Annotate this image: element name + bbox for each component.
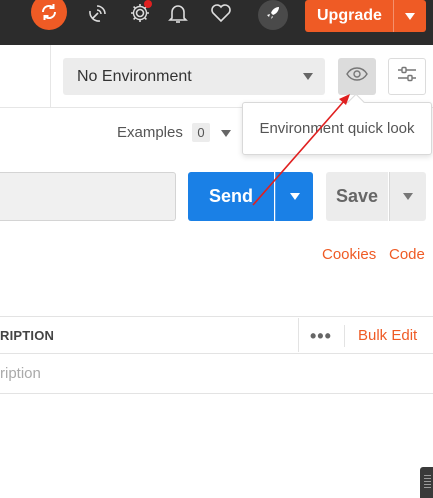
cookies-link[interactable]: Cookies [322, 246, 376, 263]
chevron-down-icon [405, 12, 415, 20]
notification-dot [144, 0, 152, 8]
description-column-header: RIPTION [0, 328, 55, 343]
gear-icon [129, 0, 152, 24]
sync-button[interactable] [31, 0, 67, 30]
bell-icon [168, 2, 188, 24]
chevron-down-icon [303, 73, 313, 80]
send-button[interactable]: Send [188, 172, 274, 221]
rocket-button[interactable] [258, 0, 288, 30]
top-header: Upgrade [0, 0, 433, 45]
sync-icon [39, 2, 59, 22]
favorites-button[interactable] [203, 0, 239, 31]
upgrade-dropdown-button[interactable] [393, 0, 426, 32]
save-label: Save [335, 186, 379, 206]
divider [50, 45, 51, 107]
chevron-down-icon [403, 193, 413, 200]
send-label: Send [208, 186, 253, 206]
chevron-down-icon [289, 193, 300, 200]
description-input[interactable]: ription [0, 365, 41, 382]
code-link[interactable]: Code [389, 246, 425, 263]
divider [0, 393, 433, 394]
manage-environments-button[interactable] [388, 58, 426, 95]
heart-icon [210, 3, 232, 23]
save-button[interactable]: Save [326, 172, 388, 221]
satellite-button[interactable] [80, 0, 116, 31]
examples-count-badge: 0 [192, 123, 210, 142]
tooltip-text: Environment quick look [259, 120, 415, 137]
rocket-icon [265, 5, 281, 26]
save-options-button[interactable] [389, 172, 426, 221]
divider [0, 316, 433, 317]
bulk-edit-link[interactable]: Bulk Edit [358, 327, 417, 344]
divider [298, 318, 299, 352]
tooltip: Environment quick look [242, 102, 432, 155]
upgrade-button[interactable]: Upgrade [305, 0, 393, 32]
environment-select-value: No Environment [77, 67, 192, 85]
examples-label[interactable]: Examples [117, 124, 183, 141]
sliders-icon [397, 66, 417, 87]
divider [0, 353, 433, 354]
settings-button[interactable] [122, 0, 158, 31]
environment-select[interactable]: No Environment [63, 58, 325, 95]
notifications-button[interactable] [160, 0, 196, 31]
eye-icon [346, 67, 368, 86]
send-options-button[interactable] [275, 172, 313, 221]
divider [344, 325, 345, 347]
more-options-button[interactable]: ••• [310, 326, 332, 347]
environment-quick-look-button[interactable] [338, 58, 376, 95]
satellite-icon [87, 2, 109, 24]
upgrade-label: Upgrade [317, 7, 382, 24]
resize-handle[interactable] [420, 467, 433, 498]
request-url-input[interactable] [0, 172, 176, 221]
chevron-down-icon[interactable] [221, 130, 231, 137]
